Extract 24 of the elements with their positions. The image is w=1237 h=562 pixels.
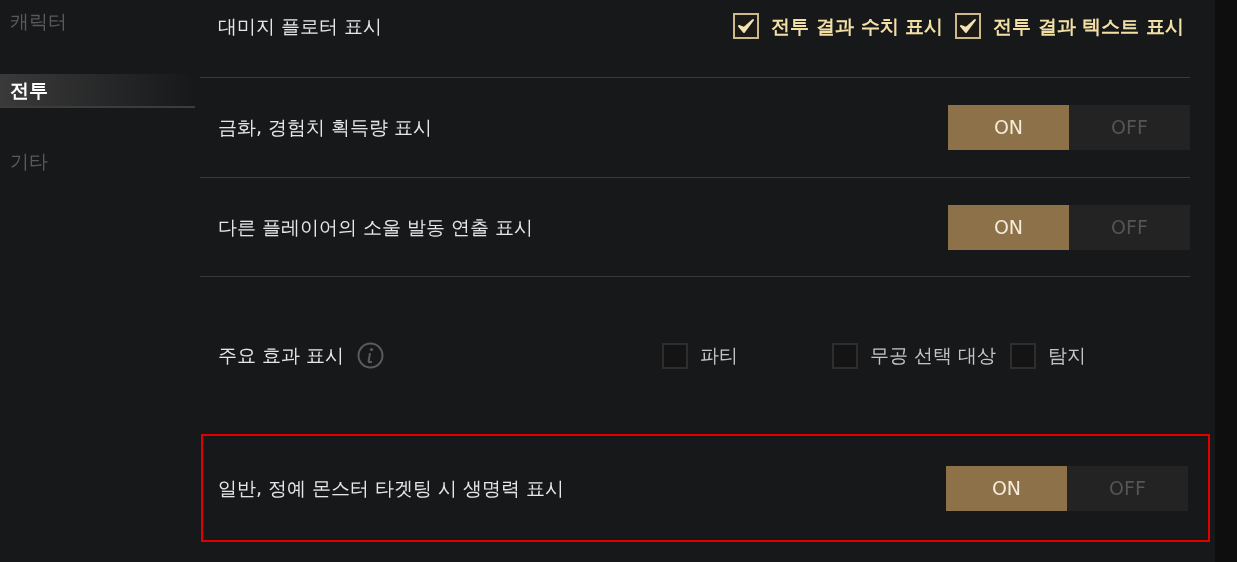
setting-label: 금화, 경험치 획득량 표시 [218, 115, 433, 141]
checkbox-label: 무공 선택 대상 [869, 343, 996, 369]
on-button[interactable]: ON [948, 204, 1069, 250]
checkmark-icon [959, 18, 978, 35]
setting-label: 일반, 정예 몬스터 타겟팅 시 생명력 표시 [218, 475, 565, 501]
on-button[interactable]: ON [946, 465, 1067, 511]
checkbox-label: 전투 결과 텍스트 표시 [993, 14, 1184, 39]
sidebar-tab[interactable]: 캐릭터 [0, 4, 195, 38]
setting-label: 주요 효과 표시 [218, 343, 345, 369]
checkmark-icon [737, 18, 756, 35]
sidebar-tab[interactable]: 전투 [0, 74, 195, 108]
checkbox[interactable] [733, 13, 760, 40]
checkbox[interactable] [661, 342, 688, 369]
setting-label: 대미지 플로터 표시 [218, 14, 383, 39]
checkbox[interactable] [831, 342, 858, 369]
info-icon[interactable] [357, 342, 385, 369]
checkbox[interactable] [1010, 342, 1036, 369]
checkbox-label: 탐지 [1048, 343, 1086, 369]
setting-label: 다른 플레이어의 소울 발동 연출 표시 [218, 214, 534, 240]
sidebar-tab[interactable]: 기타 [0, 144, 195, 178]
on-button[interactable]: ON [948, 105, 1069, 150]
checkbox[interactable] [955, 13, 982, 40]
checkbox-label: 전투 결과 수치 표시 [771, 14, 944, 39]
checkbox-label: 파티 [699, 343, 738, 369]
